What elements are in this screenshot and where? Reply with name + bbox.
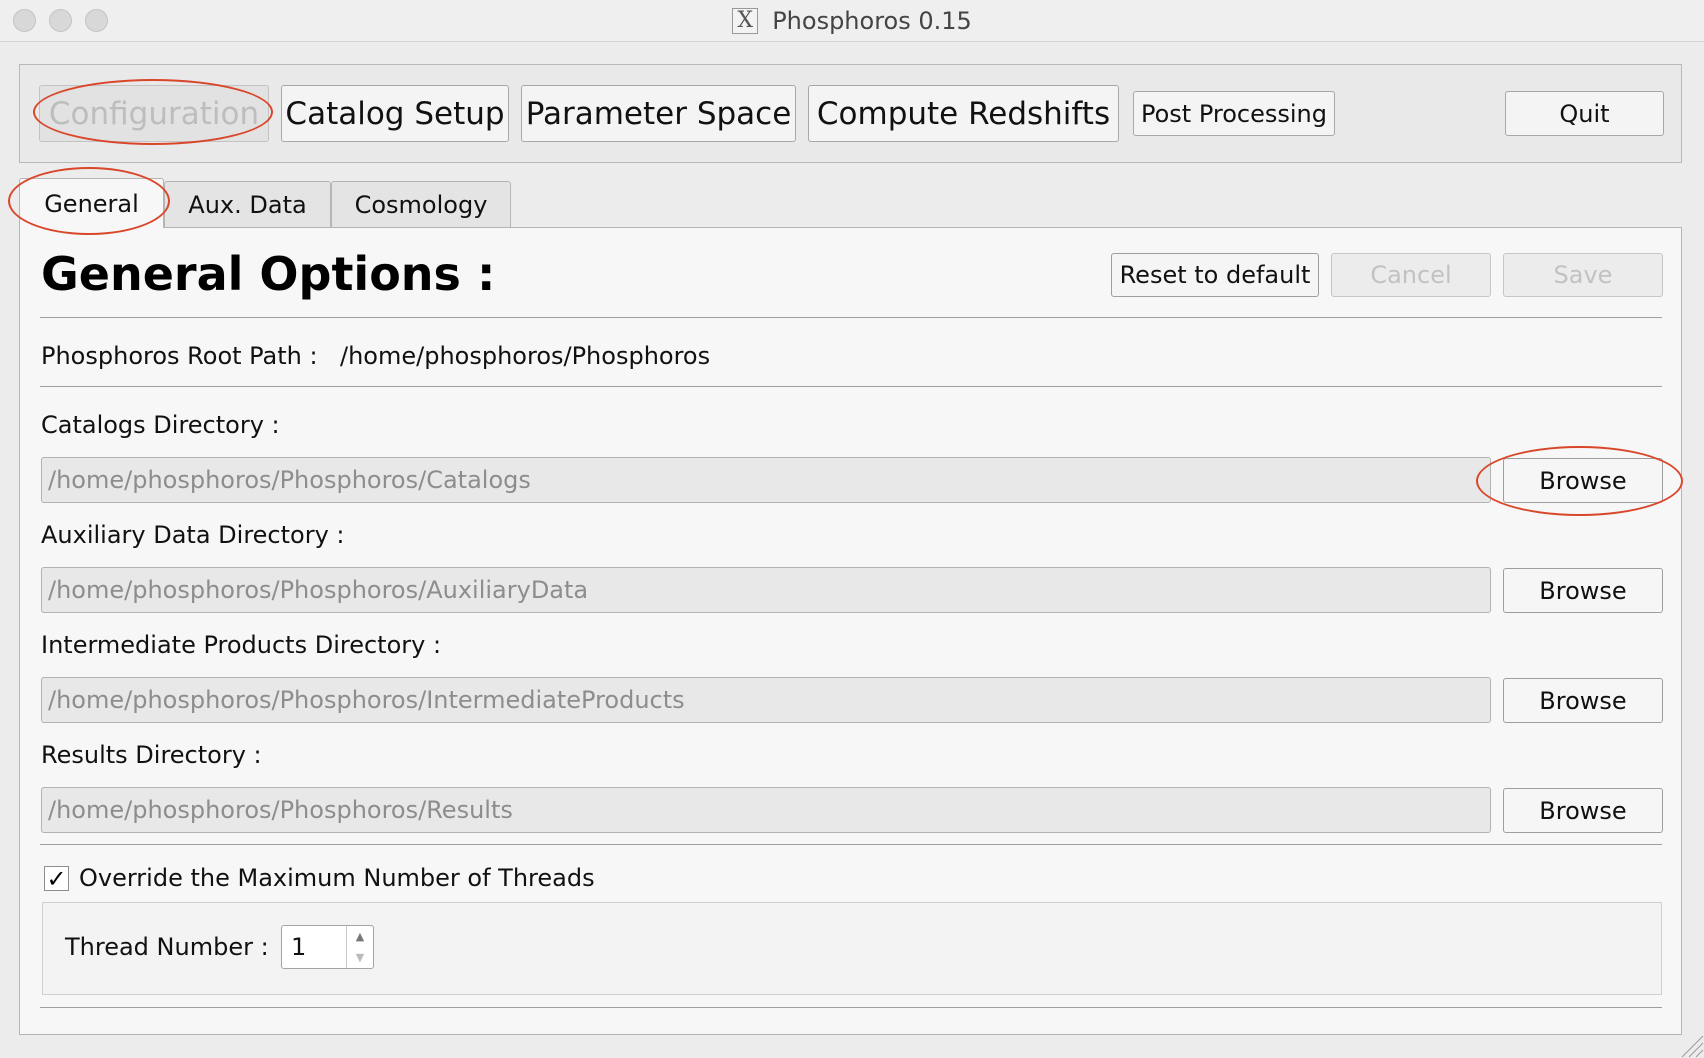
thread-settings-group: Thread Number : 1 ▲ ▼: [42, 902, 1662, 995]
parameter-space-button[interactable]: Parameter Space: [521, 85, 796, 142]
tab-cosmology[interactable]: Cosmology: [331, 181, 511, 227]
intermediate-directory-field[interactable]: /home/phosphoros/Phosphoros/Intermediate…: [41, 677, 1491, 723]
override-threads-checkbox[interactable]: ✓: [44, 866, 69, 891]
catalog-setup-button[interactable]: Catalog Setup: [281, 85, 509, 142]
thread-number-spinbox[interactable]: 1 ▲ ▼: [281, 925, 374, 969]
spin-arrows: ▲ ▼: [346, 926, 373, 968]
main-toolbar: Configuration Catalog Setup Parameter Sp…: [19, 64, 1682, 163]
compute-redshifts-button[interactable]: Compute Redshifts: [808, 85, 1119, 142]
catalogs-directory-field[interactable]: /home/phosphoros/Phosphoros/Catalogs: [41, 457, 1491, 503]
root-path-value: /home/phosphoros/Phosphoros: [340, 342, 711, 370]
catalogs-directory-label: Catalogs Directory :: [41, 411, 280, 439]
title-bar: X Phosphoros 0.15: [0, 0, 1704, 42]
intermediate-directory-label: Intermediate Products Directory :: [41, 631, 442, 659]
divider: [40, 317, 1662, 318]
tab-aux-data[interactable]: Aux. Data: [164, 181, 331, 227]
tab-general[interactable]: General: [19, 178, 164, 228]
page-title: General Options :: [41, 247, 496, 301]
general-options-panel: General Options : Reset to default Cance…: [19, 227, 1682, 1035]
auxiliary-browse-button[interactable]: Browse: [1503, 568, 1663, 613]
post-processing-button[interactable]: Post Processing: [1133, 91, 1335, 136]
cancel-button[interactable]: Cancel: [1331, 253, 1491, 297]
auxiliary-directory-label: Auxiliary Data Directory :: [41, 521, 345, 549]
results-directory-label: Results Directory :: [41, 741, 262, 769]
auxiliary-directory-field[interactable]: /home/phosphoros/Phosphoros/AuxiliaryDat…: [41, 567, 1491, 613]
results-browse-button[interactable]: Browse: [1503, 788, 1663, 833]
divider: [40, 1007, 1662, 1008]
divider: [40, 844, 1662, 845]
window-title: Phosphoros 0.15: [772, 6, 972, 35]
override-threads-label: Override the Maximum Number of Threads: [79, 864, 595, 892]
divider: [40, 386, 1662, 387]
results-directory-field[interactable]: /home/phosphoros/Phosphoros/Results: [41, 787, 1491, 833]
resize-grip-icon[interactable]: [1678, 1032, 1704, 1058]
intermediate-browse-button[interactable]: Browse: [1503, 678, 1663, 723]
save-button[interactable]: Save: [1503, 253, 1663, 297]
quit-button[interactable]: Quit: [1505, 91, 1664, 136]
spin-down-icon[interactable]: ▼: [347, 947, 373, 968]
configuration-button[interactable]: Configuration: [39, 85, 269, 142]
reset-to-default-button[interactable]: Reset to default: [1111, 253, 1319, 297]
x11-app-icon: X: [732, 7, 759, 34]
thread-number-value[interactable]: 1: [291, 933, 306, 961]
spin-up-icon[interactable]: ▲: [347, 926, 373, 947]
root-path-label: Phosphoros Root Path :: [41, 342, 318, 370]
catalogs-browse-button[interactable]: Browse: [1503, 458, 1663, 503]
thread-number-label: Thread Number :: [65, 933, 269, 961]
